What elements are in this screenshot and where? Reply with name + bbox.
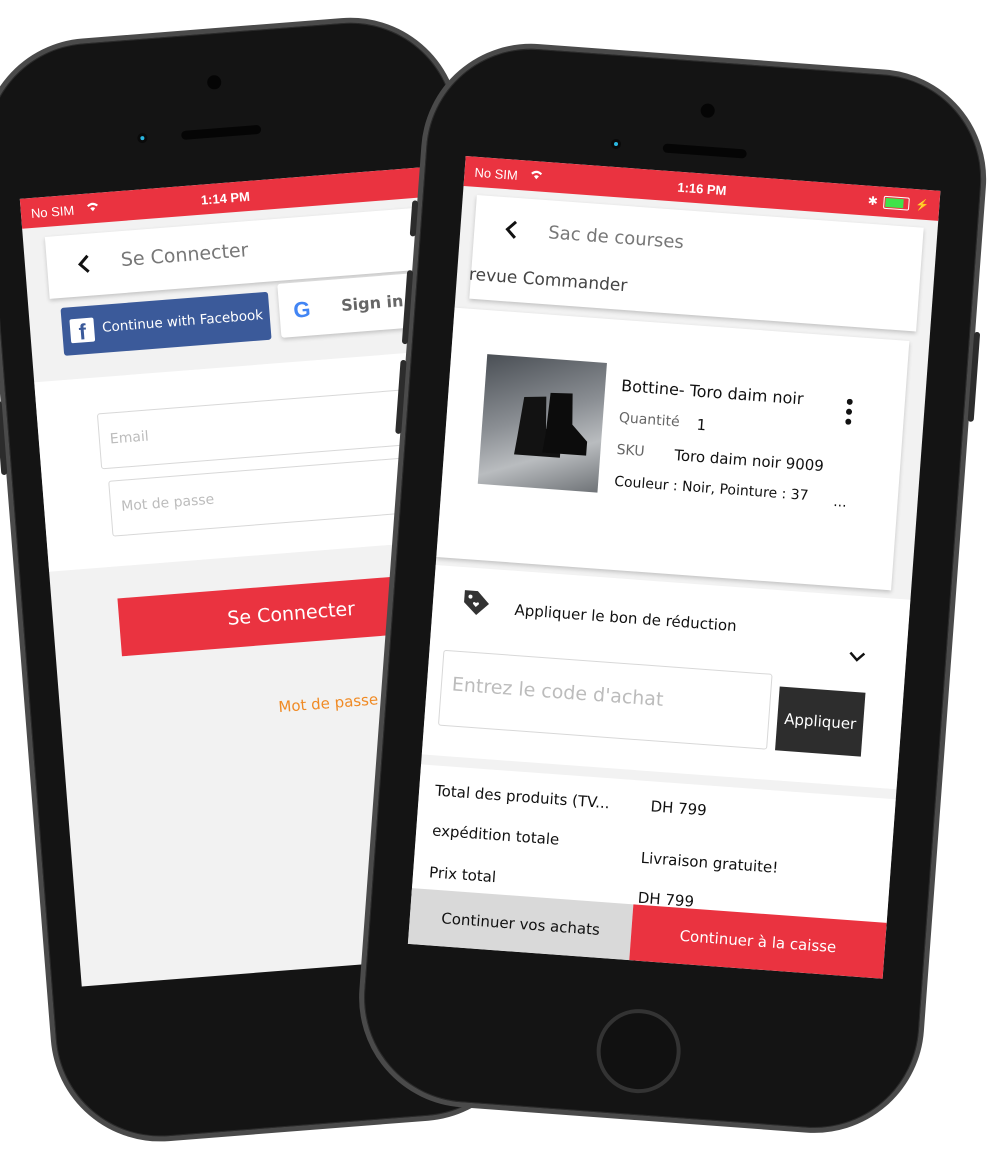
- phone-right: No SIM 1:16 PM ✱ ⚡ Sac de courses revue …: [0, 0, 1000, 1159]
- quantity-value: 1: [696, 415, 707, 435]
- chevron-down-icon[interactable]: [847, 647, 866, 667]
- summary-row-label: expédition totale: [431, 821, 560, 849]
- charging-icon: ⚡: [915, 198, 930, 212]
- coupon-code-input[interactable]: Entrez le code d'achat: [437, 649, 773, 750]
- home-button[interactable]: [593, 1006, 684, 1097]
- boot-icon: [514, 392, 588, 458]
- product-image[interactable]: [477, 354, 607, 493]
- coupon-tag-icon: [460, 587, 492, 623]
- product-name[interactable]: Bottine- Toro daim noir: [621, 376, 804, 408]
- product-attributes: Couleur : Noir, Pointure : 37: [613, 473, 810, 505]
- sku-label: SKU: [616, 441, 646, 460]
- page-subtitle: revue Commander: [468, 264, 628, 297]
- page-title: Sac de courses: [547, 222, 685, 254]
- summary-row-label: Prix total: [428, 863, 497, 887]
- cart-header: Sac de courses revue Commander: [468, 194, 924, 332]
- summary-row-label: Total des produits (TV...: [434, 781, 611, 813]
- bluetooth-icon: ✱: [867, 193, 879, 209]
- cart-product-card: Bottine- Toro daim noir Quantité 1 SKU T…: [436, 307, 910, 591]
- summary-row-value: Livraison gratuite!: [640, 848, 779, 877]
- back-arrow-icon[interactable]: [503, 219, 519, 244]
- coupon-section: Appliquer le bon de réduction Entrez le …: [421, 564, 911, 790]
- sku-value: Toro daim noir 9009: [673, 446, 825, 476]
- battery-icon: [883, 195, 911, 211]
- phone-frame-right: No SIM 1:16 PM ✱ ⚡ Sac de courses revue …: [351, 36, 994, 1141]
- quantity-label: Quantité: [618, 409, 681, 431]
- cart-screen: No SIM 1:16 PM ✱ ⚡ Sac de courses revue …: [407, 156, 941, 979]
- summary-row-value: DH 799: [649, 797, 708, 820]
- apply-coupon-button[interactable]: Appliquer: [775, 686, 866, 757]
- coupon-title[interactable]: Appliquer le bon de réduction: [514, 601, 737, 635]
- attributes-ellipsis: ...: [832, 493, 848, 511]
- more-options-icon[interactable]: [845, 398, 853, 429]
